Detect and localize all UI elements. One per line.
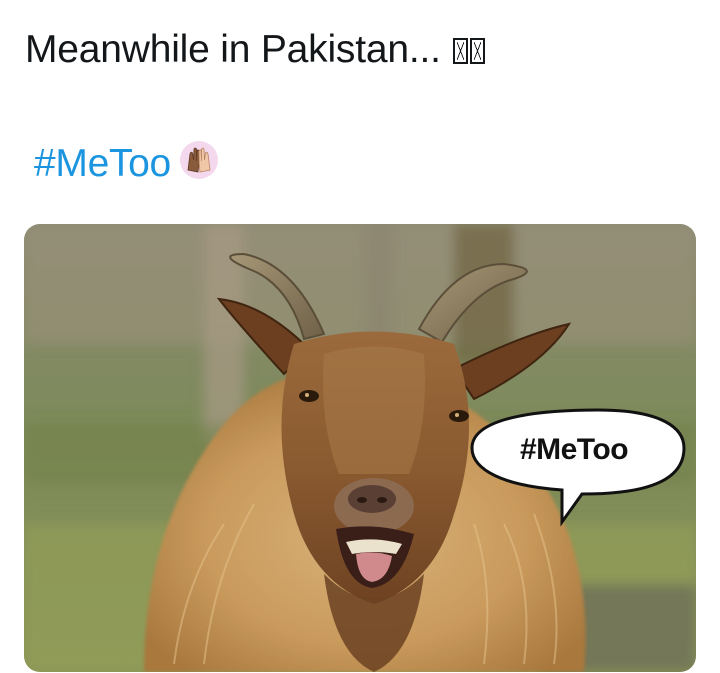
tweet-text-body: Meanwhile in Pakistan... bbox=[25, 28, 441, 71]
hashtag-link[interactable]: #MeToo bbox=[34, 142, 171, 185]
speech-bubble-text: #MeToo bbox=[519, 433, 629, 466]
raised-hands-icon bbox=[179, 140, 219, 180]
hashtag-line: #MeToo bbox=[34, 140, 219, 186]
missing-glyph-icon bbox=[470, 38, 486, 64]
missing-glyph-icon bbox=[453, 38, 469, 64]
tweet-card: Meanwhile in Pakistan... #MeToo #MeToo bbox=[0, 0, 720, 673]
tweet-text: Meanwhile in Pakistan... bbox=[25, 28, 486, 72]
